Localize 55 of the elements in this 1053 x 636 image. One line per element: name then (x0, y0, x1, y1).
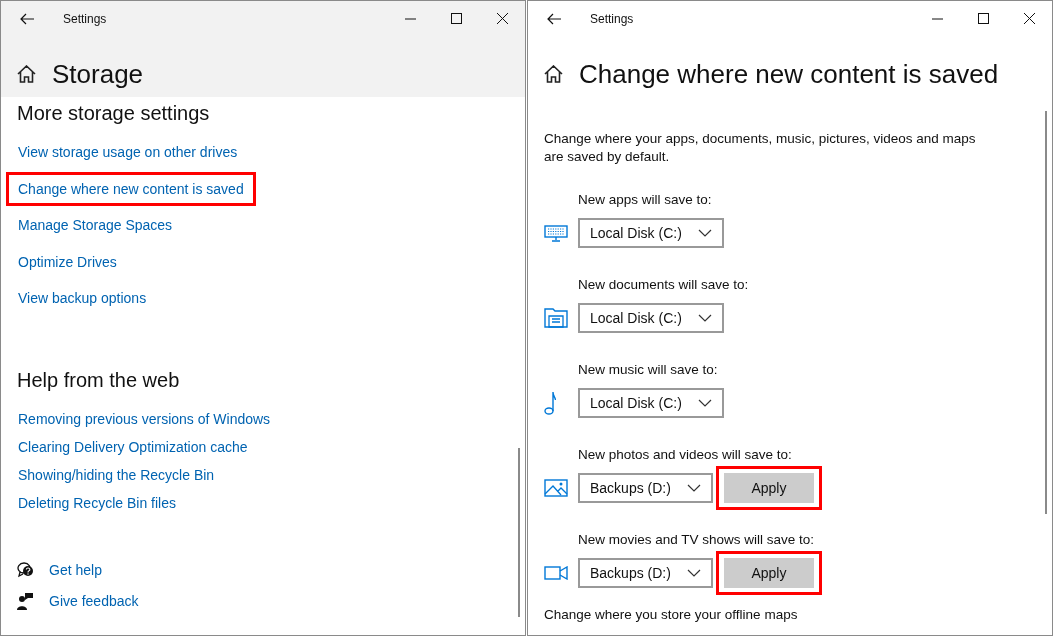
settings-link[interactable]: Deleting Recycle Bin files (18, 494, 176, 511)
apply-button[interactable]: Apply (723, 558, 814, 588)
scrollbar-thumb[interactable] (518, 448, 520, 617)
location-label: New photos and videos will save to: (577, 446, 793, 464)
chevron-down-icon (686, 484, 701, 492)
minimize-icon[interactable] (404, 17, 416, 20)
picture-icon (544, 479, 568, 497)
person-speech-icon (17, 592, 33, 610)
window-title: Settings (63, 11, 108, 26)
close-icon[interactable] (1023, 13, 1035, 24)
home-icon[interactable] (544, 65, 563, 83)
settings-link[interactable]: Change where new content is saved (18, 180, 244, 197)
apply-button[interactable]: Apply (723, 473, 814, 503)
chat-question-icon (17, 562, 34, 578)
folder-icon (544, 308, 568, 328)
scrollbar-thumb[interactable] (1045, 111, 1047, 514)
settings-link[interactable]: View backup options (18, 290, 147, 306)
settings-link[interactable]: Manage Storage Spaces (18, 217, 173, 233)
location-label: New movies and TV shows will save to: (577, 531, 816, 549)
maximize-icon[interactable] (977, 13, 989, 24)
drive-dropdown[interactable]: Local Disk (C:) (578, 218, 724, 248)
drive-dropdown[interactable]: Local Disk (C:) (578, 303, 724, 333)
location-label: New apps will save to: (577, 191, 713, 209)
section-text: Change where you store your offline maps (544, 606, 799, 624)
close-icon[interactable] (496, 13, 508, 24)
chevron-down-icon (697, 229, 712, 237)
video-camera-icon (544, 566, 568, 580)
location-label: New music will save to: (577, 361, 719, 379)
maximize-icon[interactable] (450, 13, 462, 24)
window-title: Settings (590, 11, 635, 26)
settings-link[interactable]: View storage usage on other drives (18, 144, 238, 160)
location-label: New documents will save to: (577, 276, 750, 294)
page-heading: Change where new content is saved (579, 58, 999, 91)
settings-link[interactable]: Removing previous versions of Windows (18, 410, 271, 427)
settings-link[interactable]: Optimize Drives (18, 253, 117, 270)
section-heading: Help from the web (16, 367, 181, 393)
minimize-icon[interactable] (931, 17, 943, 20)
settings-link[interactable]: Showing/hiding the Recycle Bin (18, 466, 215, 483)
drive-dropdown[interactable]: Backups (D:) (578, 473, 713, 503)
drive-dropdown[interactable]: Backups (D:) (578, 558, 713, 588)
music-note-icon (544, 391, 556, 415)
keyboard-monitor-icon (544, 224, 568, 242)
home-icon[interactable] (17, 65, 36, 83)
description-text: Change where your apps, documents, music, pictures, videos and maps are saved by default. (544, 130, 977, 166)
chevron-down-icon (697, 399, 712, 407)
help-link[interactable]: Get help (49, 562, 102, 578)
section-heading: More storage settings (16, 101, 211, 126)
help-link[interactable]: Give feedback (49, 593, 139, 609)
back-arrow-icon[interactable] (20, 12, 34, 25)
back-arrow-icon[interactable] (547, 12, 561, 25)
page-heading: Storage (52, 58, 144, 91)
drive-dropdown[interactable]: Local Disk (C:) (578, 388, 724, 418)
settings-link[interactable]: Clearing Delivery Optimization cache (18, 438, 248, 455)
chevron-down-icon (686, 569, 701, 577)
chevron-down-icon (697, 314, 712, 322)
